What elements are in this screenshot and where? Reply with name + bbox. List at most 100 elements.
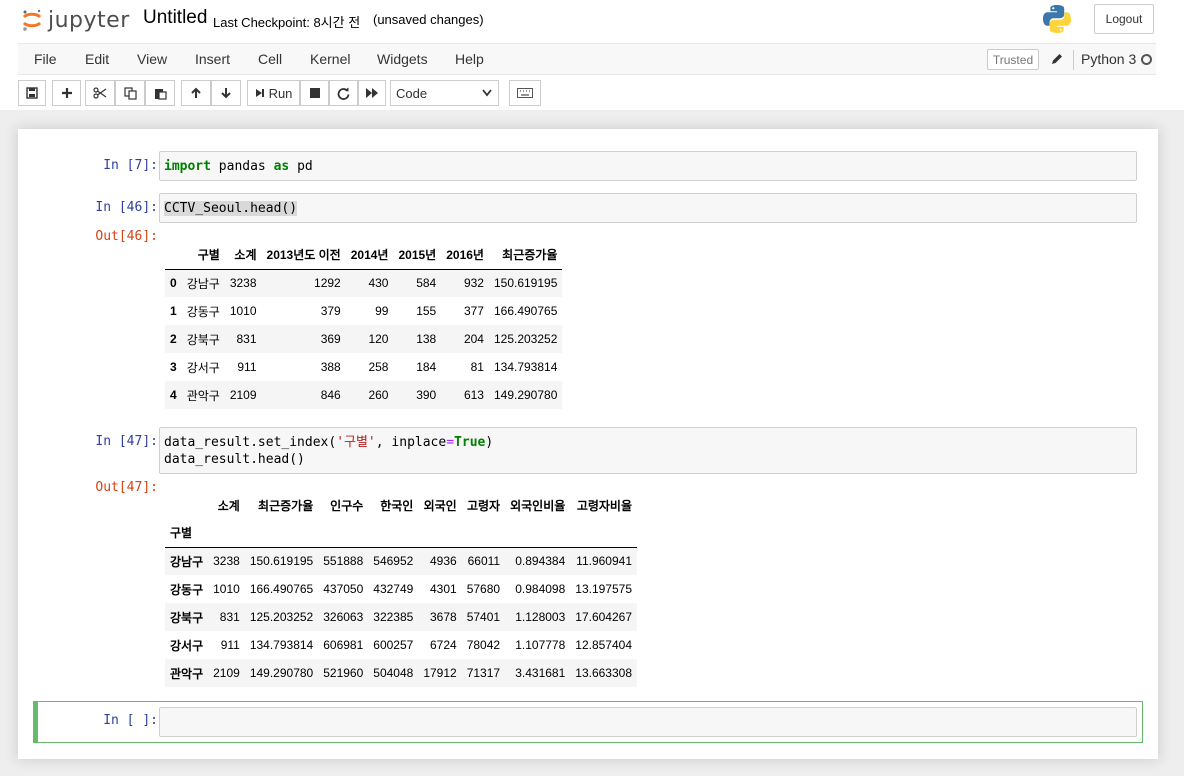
table-cell: 390: [416, 388, 437, 402]
table-cell: 521960: [323, 666, 364, 680]
menu-file[interactable]: File: [34, 51, 57, 67]
chevron-down-icon: [482, 89, 492, 97]
paste-icon: [154, 88, 167, 100]
fast-forward-icon: [365, 88, 378, 98]
table-cell: 12.857404: [575, 638, 633, 652]
table-row: 강동구 1010 166.490765 437050 432749 4301 57680 0.…: [165, 575, 637, 603]
menu-view[interactable]: View: [137, 51, 167, 67]
cell-2-input[interactable]: CCTV_Seoul.head(): [159, 193, 1137, 223]
jupyter-logo[interactable]: jupyter: [20, 3, 130, 37]
table-cell: 613: [463, 388, 484, 402]
table-cell: 1010: [213, 582, 240, 596]
column-header: 외국인비율: [510, 498, 566, 513]
menubar: File Edit View Insert Cell Kernel Widget…: [18, 43, 1156, 75]
table-row: 강북구 831 125.203252 326063 322385 3678 57401 1.1…: [165, 603, 638, 631]
table-cell: 432749: [373, 582, 414, 596]
table-cell: 149.290780: [249, 666, 314, 680]
row-index: 강서구: [170, 638, 204, 653]
python-logo-icon: [1043, 5, 1071, 33]
kernel-idle-indicator-icon: [1141, 54, 1152, 65]
table-cell: 584: [416, 276, 437, 291]
table-cell: 606981: [323, 638, 364, 652]
row-index: 1: [170, 304, 177, 318]
trusted-badge[interactable]: Trusted: [987, 49, 1039, 70]
column-header: 외국인: [423, 498, 457, 513]
table-cell: 17912: [423, 666, 457, 680]
table-cell: 551888: [323, 554, 364, 569]
cell-4-input[interactable]: [159, 707, 1137, 737]
column-header: 구별: [181, 241, 225, 270]
menu-help[interactable]: Help: [455, 51, 484, 67]
column-header: 2015년: [393, 241, 442, 270]
table-cell: 150.619195: [249, 554, 314, 569]
code-equals: =: [446, 435, 455, 450]
row-index: 관악구: [170, 666, 204, 681]
menu-edit[interactable]: Edit: [85, 51, 109, 67]
restart-button[interactable]: [329, 80, 358, 106]
column-header: 최근증가율: [488, 241, 563, 270]
code-close-paren: ): [485, 435, 494, 450]
table-cell: 3238: [213, 554, 240, 569]
copy-button[interactable]: [115, 80, 145, 106]
table-cell: 326063: [323, 610, 364, 624]
step-forward-icon: [255, 89, 264, 97]
table-cell: 6724: [430, 638, 457, 652]
menu-cell[interactable]: Cell: [258, 51, 282, 67]
menu-kernel[interactable]: Kernel: [310, 51, 350, 67]
table-cell: 138: [416, 332, 437, 346]
table-cell: 125.203252: [249, 610, 314, 624]
table-cell: 831: [219, 610, 240, 624]
paste-button[interactable]: [145, 80, 175, 106]
cut-button[interactable]: [85, 80, 115, 106]
notebook-container: In [7]: import pandas as pd In [46]: CCT…: [18, 129, 1158, 759]
cell-1-input[interactable]: import pandas as pd: [159, 151, 1137, 181]
code-import-keyword: import: [164, 159, 211, 174]
table-cell: 911: [237, 360, 257, 374]
arrow-down-icon: [221, 88, 231, 99]
code-head-call: data_result.head(): [164, 452, 305, 467]
menu-widgets[interactable]: Widgets: [377, 51, 428, 67]
row-index: 4: [170, 388, 177, 402]
cell-2-prompt: In [46]:: [95, 200, 158, 215]
column-header: 소계: [217, 498, 240, 513]
code-pd: pd: [289, 159, 313, 174]
cell-type-select[interactable]: Code: [390, 80, 499, 106]
keyboard-icon: [517, 88, 533, 98]
table-cell: 166.490765: [493, 304, 558, 318]
cell-3-input[interactable]: data_result.set_index('구별', inplace=True…: [159, 427, 1137, 474]
pencil-icon[interactable]: [1050, 52, 1064, 66]
column-header: 2014년: [345, 241, 394, 270]
logout-button[interactable]: Logout: [1094, 4, 1154, 34]
column-header: 2016년: [441, 241, 489, 270]
table-cell: 1292: [314, 276, 341, 291]
move-up-button[interactable]: [181, 80, 211, 106]
row-index: 0: [170, 276, 177, 291]
save-button[interactable]: [18, 80, 46, 106]
column-header: 2013년도 이전: [261, 241, 346, 270]
table-cell: 99: [375, 304, 389, 318]
logo-text: jupyter: [48, 7, 130, 33]
table-cell: 846: [320, 388, 341, 402]
move-down-button[interactable]: [211, 80, 241, 106]
insert-cell-button[interactable]: [52, 80, 81, 106]
table-cell: 155: [416, 304, 437, 318]
table-cell: 437050: [323, 582, 364, 596]
table-cell: 81: [470, 360, 484, 374]
row-index: 강남구: [170, 554, 204, 569]
menu-insert[interactable]: Insert: [195, 51, 230, 67]
command-palette-button[interactable]: [509, 80, 541, 106]
column-header: 최근증가율: [258, 498, 314, 513]
table-cell: 3.431681: [515, 666, 566, 680]
column-header: 고령자: [466, 498, 501, 513]
table-cell: 379: [320, 304, 341, 318]
table-cell: 3678: [430, 610, 457, 624]
notebook-name[interactable]: Untitled: [143, 7, 207, 29]
table-cell: 57401: [466, 610, 501, 624]
table-cell: 831: [236, 332, 257, 346]
autosave-status: (unsaved changes): [373, 12, 484, 27]
table-cell: 57680: [466, 582, 501, 596]
interrupt-button[interactable]: [300, 80, 329, 106]
run-button[interactable]: Run: [247, 80, 300, 106]
table-cell: 258: [368, 360, 389, 374]
restart-run-all-button[interactable]: [358, 80, 386, 106]
